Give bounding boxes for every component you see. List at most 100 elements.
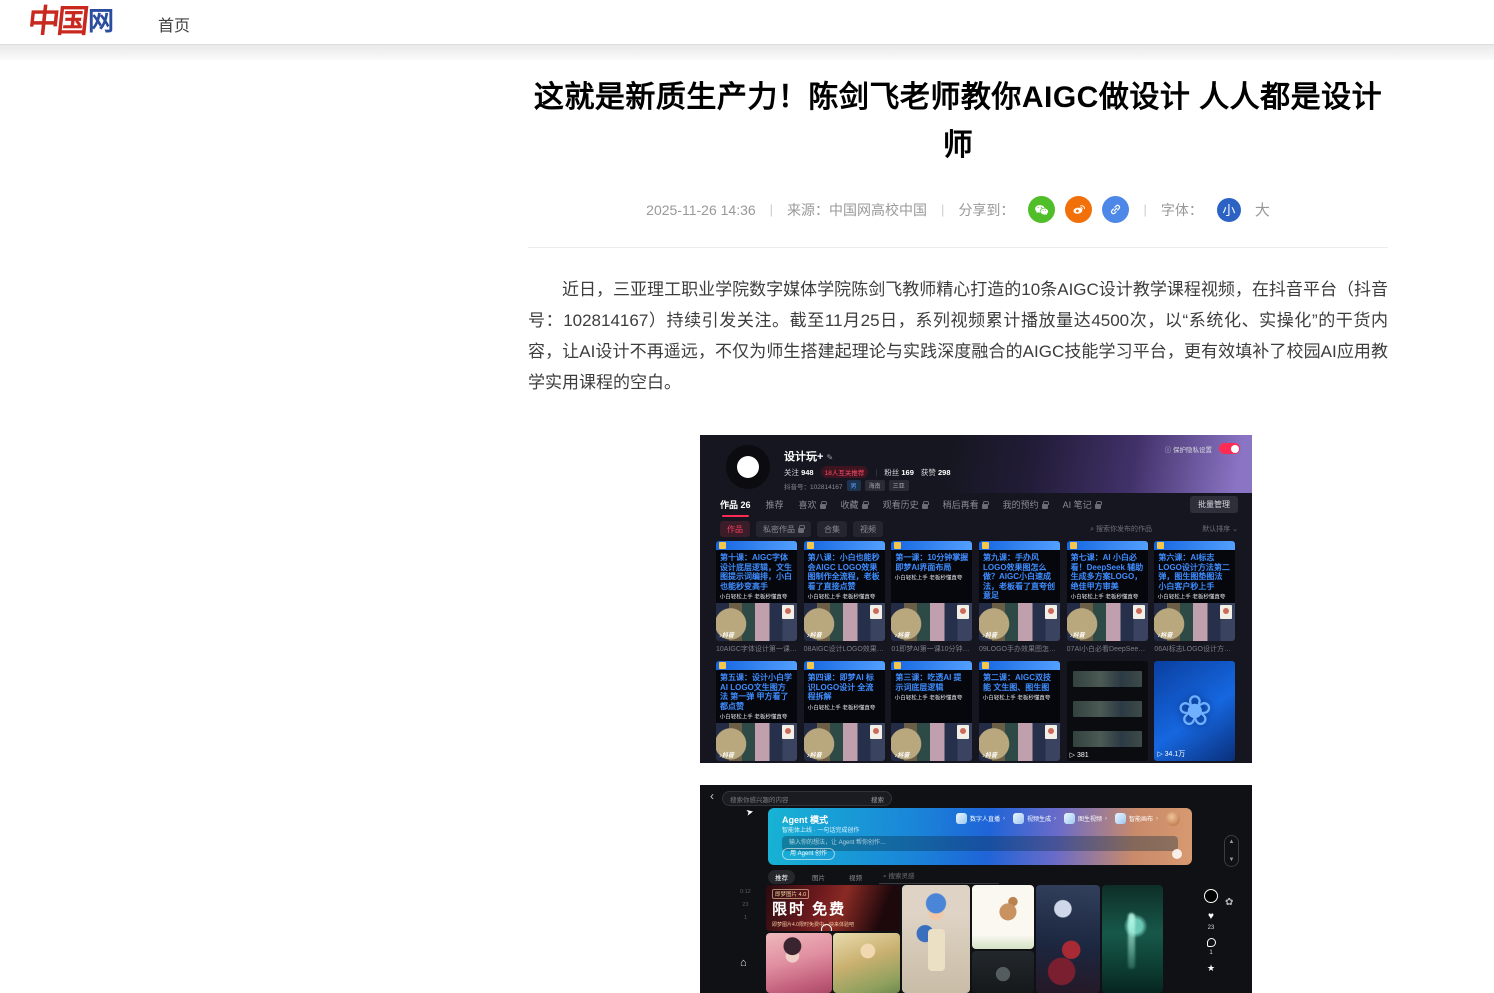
video-caption: 09LOGO手办效果图怎么做？AI手办… xyxy=(979,644,1060,654)
video-card[interactable]: 第十课：AIGC字体设计底层逻辑，文生图提示词编排，小白也能秒变高手小白轻松上手… xyxy=(716,541,797,654)
gallery-image-peacock[interactable] xyxy=(1102,885,1163,993)
video-caption: 06AI标志LOGO设计方法2弹图生图… xyxy=(1154,644,1235,654)
video-title: 第八课：小白也能秒会AIGC LOGO效果图制作全流程，老板看了直接点赞 xyxy=(804,550,885,592)
settings-icon[interactable]: ✿ xyxy=(1225,897,1233,908)
video-card[interactable]: 第五课：设计小白学AI LOGO文生图方法 第一弹 甲方看了都点赞小白轻松上手 … xyxy=(716,661,797,763)
favorite-icon[interactable]: ★ xyxy=(1207,963,1215,973)
gallery-image-rabbit[interactable] xyxy=(972,885,1034,949)
video-title: 第五课：设计小白学AI LOGO文生图方法 第一弹 甲方看了都点赞 xyxy=(716,670,797,712)
wechat-share-icon[interactable] xyxy=(1028,196,1055,223)
weibo-share-icon[interactable] xyxy=(1065,196,1092,223)
tab-我的预约[interactable]: 我的预约 xyxy=(1003,493,1048,517)
tab-作品[interactable]: 作品 26 xyxy=(720,493,751,517)
gallery-image-fantasy[interactable] xyxy=(1036,885,1100,993)
video-caption: 08AIGC设计LOGO效果图制作全流… xyxy=(804,644,885,654)
stamp-decal xyxy=(957,725,969,739)
scroll-down-icon[interactable]: ▼ xyxy=(1229,857,1235,863)
tab-观看历史[interactable]: 观看历史 xyxy=(883,493,928,517)
side-mark: 1 xyxy=(744,915,747,921)
video-card[interactable]: 第二课：AIGC双技能 文生图、图生图小白轻松上手 老板秒懂直夸♪抖音02即梦A… xyxy=(979,661,1060,763)
video-title: 第二课：AIGC双技能 文生图、图生图 xyxy=(979,670,1060,693)
privacy-toggle[interactable] xyxy=(1219,443,1240,454)
video-grid: 第十课：AIGC字体设计底层逻辑，文生图提示词编排，小白也能秒变高手小白轻松上手… xyxy=(716,541,1236,763)
gallery-image-pink[interactable] xyxy=(766,933,832,993)
thumbnail-collage: ♪抖音 xyxy=(1067,603,1148,641)
copy-link-share-icon[interactable] xyxy=(1102,196,1129,223)
batch-manage-button[interactable]: 批量管理 xyxy=(1190,496,1238,513)
video-caption: 01即梦AI第一课10分钟掌握界面布… xyxy=(891,644,972,654)
video-title: 第一课：10分钟掌握 即梦AI界面布局 xyxy=(891,550,972,573)
tab-AI 笔记[interactable]: AI 笔记 xyxy=(1063,493,1101,517)
scroll-control[interactable]: ▲ ▼ xyxy=(1224,835,1239,867)
tab-稍后再看[interactable]: 稍后再看 xyxy=(943,493,988,517)
site-header: 中国 网 首页 xyxy=(0,0,1494,44)
gallery-image-promo[interactable]: 即梦图片 4.0限时 免费即梦图片4.0限时免费中，快来体验吧 xyxy=(766,885,900,931)
video-subtitle: 小白轻松上手 老板秒懂直夸 xyxy=(891,693,966,701)
play-count: ▷ 34.1万 xyxy=(1157,749,1185,759)
image-gallery: 即梦图片 4.0限时 免费即梦图片4.0限时免费中，快来体验吧 xyxy=(700,785,1252,993)
douyin-watermark-icon: ♪抖音 xyxy=(1157,630,1172,639)
comment-icon[interactable] xyxy=(1207,938,1216,947)
gallery-image-samurai[interactable] xyxy=(972,951,1034,993)
stamp-decal xyxy=(1045,605,1057,619)
china-net-logo[interactable]: 中国 网 xyxy=(28,1,114,41)
edit-icon: ✎ xyxy=(827,453,834,462)
tab-推荐[interactable]: 推荐 xyxy=(766,493,784,517)
gallery-image-blonde[interactable] xyxy=(833,933,900,993)
video-title: 第四课：即梦AI 标识LOGO设计 全流程拆解 xyxy=(804,670,885,703)
author-avatar[interactable] xyxy=(1204,889,1218,903)
privacy-setting-label: ⓘ 保护隐私设置 xyxy=(1165,444,1212,454)
right-action-rail: ♥ 23 1 ★ xyxy=(1204,889,1218,973)
like-count: 23 xyxy=(1208,925,1215,931)
douyin-watermark-icon: ♪抖音 xyxy=(894,630,909,639)
thumbnail-collage: ♪抖音 xyxy=(979,723,1060,761)
video-thumbnail: 第六课：AI标志LOGO设计方法第二弹，图生图垫图法 小白客户秒上手小白轻松上手… xyxy=(1154,541,1235,641)
tab-收藏[interactable]: 收藏 xyxy=(841,493,868,517)
promo-subtext: 即梦图片4.0限时免费中，快来体验吧 xyxy=(772,921,854,928)
video-card[interactable]: 第八课：小白也能秒会AIGC LOGO效果图制作全流程，老板看了直接点赞小白轻松… xyxy=(804,541,885,654)
filter-视频[interactable]: 视频 xyxy=(853,521,883,537)
profile-name: 设计玩+ ✎ xyxy=(784,448,833,464)
font-small-button[interactable]: 小 xyxy=(1217,198,1241,222)
video-card[interactable]: 第四课：即梦AI 标识LOGO设计 全流程拆解小白轻松上手 老板秒懂直夸♪抖音0… xyxy=(804,661,885,763)
scroll-up-icon[interactable]: ▲ xyxy=(1229,839,1235,845)
video-card[interactable]: 第一课：10分钟掌握 即梦AI界面布局小白轻松上手 老板秒懂直夸 ♪抖音 01即梦A… xyxy=(891,541,972,654)
share-label: 分享到： xyxy=(958,200,1014,220)
nav-home-link[interactable]: 首页 xyxy=(158,12,190,36)
thumbnail-collage: ♪抖音 xyxy=(716,603,797,641)
douyin-watermark-icon: ♪抖音 xyxy=(894,750,909,759)
video-thumbnail: 第五课：设计小白学AI LOGO文生图方法 第一弹 甲方看了都点赞小白轻松上手 … xyxy=(716,661,797,761)
video-title: 第十课：AIGC字体设计底层逻辑，文生图提示词编排，小白也能秒变高手 xyxy=(716,550,797,592)
thumbnail-banner xyxy=(979,541,1060,550)
video-subtitle: 小白轻松上手 老板秒懂直夸 xyxy=(716,592,791,600)
douyin-watermark-icon: ♪抖音 xyxy=(807,630,822,639)
thumbnail-banner xyxy=(891,541,972,550)
logo-cn-text: 中国 xyxy=(26,1,88,41)
lock-icon xyxy=(862,504,868,509)
stat-value: 948 xyxy=(801,468,814,477)
filter-作品[interactable]: 作品 xyxy=(720,521,750,537)
video-card[interactable]: 第六课：AI标志LOGO设计方法第二弹，图生图垫图法 小白客户秒上手小白轻松上手… xyxy=(1154,541,1235,654)
filter-私密作品[interactable]: 私密作品 xyxy=(756,521,811,537)
font-big-button[interactable]: 大 xyxy=(1255,199,1270,220)
gallery-image-boy[interactable] xyxy=(902,885,970,993)
video-thumbnail: 第一课：10分钟掌握 即梦AI界面布局小白轻松上手 老板秒懂直夸 ♪抖音 xyxy=(891,541,972,641)
like-icon[interactable]: ♥ xyxy=(1208,912,1214,922)
video-card[interactable]: ▷ 381即梦AI文生图提示词玩法 xyxy=(1067,661,1148,763)
video-card[interactable]: 第九课：手办风LOGO效果图怎么做？AIGC小白速成法，老板看了直夸创意足小白轻… xyxy=(979,541,1060,654)
works-search-hint[interactable]: ⌕ 搜索你发布的作品 xyxy=(1090,524,1152,534)
tab-喜欢[interactable]: 喜欢 xyxy=(799,493,826,517)
article-meta: 2025-11-26 14:36 | 来源：中国网高校中国 | 分享到： | 字… xyxy=(528,196,1388,223)
video-thumbnail: ❀▷ 34.1万 xyxy=(1154,661,1235,761)
stat-粉丝: 粉丝 169 xyxy=(884,467,914,478)
filter-合集[interactable]: 合集 xyxy=(817,521,847,537)
works-sort-dropdown[interactable]: 默认排序 ⌄ xyxy=(1202,524,1238,534)
thumbnail-banner xyxy=(716,541,797,550)
video-card[interactable]: 第三课：吃透AI 提示词底层逻辑小白轻松上手 老板秒懂直夸♪抖音03即梦AIGC… xyxy=(891,661,972,763)
video-thumbnail: 第三课：吃透AI 提示词底层逻辑小白轻松上手 老板秒懂直夸♪抖音 xyxy=(891,661,972,761)
avatar[interactable] xyxy=(726,445,770,489)
video-card[interactable]: 第七课：AI 小白必看！DeepSeek 辅助生成多方案LOGO，绝佳甲方审美小… xyxy=(1067,541,1148,654)
video-subtitle: 小白轻松上手 老板秒懂直夸 xyxy=(891,573,966,581)
video-card[interactable]: ❀▷ 34.1万C4D2024/OC渲染器安装教程 Ae4… xyxy=(1154,661,1235,763)
home-icon[interactable]: ⌂ xyxy=(740,957,747,969)
